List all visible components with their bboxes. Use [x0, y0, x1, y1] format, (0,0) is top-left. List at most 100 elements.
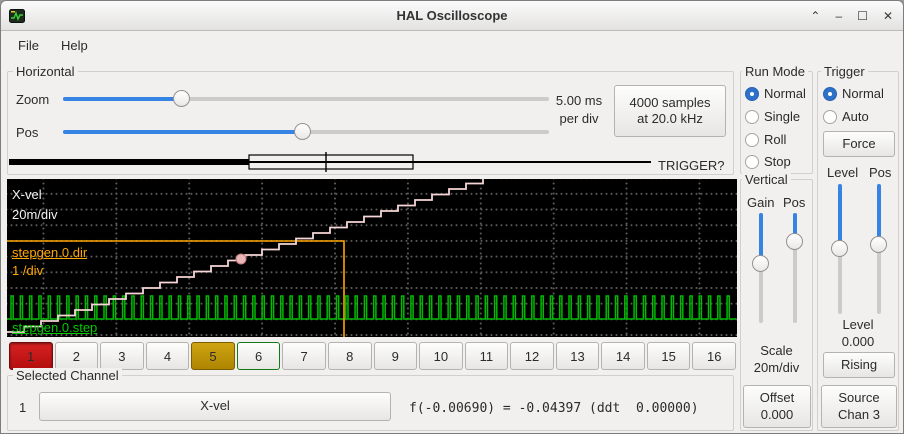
- run-mode-single-label: Single: [764, 109, 800, 124]
- ch1-name-label: X-vel: [12, 187, 42, 202]
- sample-rate-line2: at 20.0 kHz: [637, 111, 703, 127]
- ch6-name-label: stepgen.0.step: [12, 320, 97, 335]
- maximize-button[interactable]: ☐: [857, 10, 868, 22]
- channel-button-4[interactable]: 4: [146, 342, 190, 370]
- selected-channel-number: 1: [19, 400, 26, 415]
- scope-traces: [7, 179, 737, 337]
- vertical-offset-line1: Offset: [760, 390, 794, 406]
- channel-button-5[interactable]: 5: [191, 342, 235, 370]
- close-button[interactable]: ✕: [883, 10, 893, 22]
- trigger-level-fill: [838, 184, 842, 248]
- horizontal-frame-label: Horizontal: [13, 64, 78, 79]
- trigger-frame-label: Trigger: [821, 64, 868, 79]
- vertical-offset-button[interactable]: Offset 0.000: [743, 385, 811, 428]
- menubar: File Help: [1, 32, 903, 59]
- trigger-pos-slider-label: Pos: [869, 165, 891, 180]
- channel-button-13[interactable]: 13: [556, 342, 600, 370]
- record-filled-bar: [9, 159, 249, 165]
- pos-slider[interactable]: [63, 123, 549, 141]
- selected-channel-name-button[interactable]: X-vel: [39, 392, 391, 421]
- vertical-gain-thumb[interactable]: [752, 255, 769, 272]
- trigger-mode-auto[interactable]: Auto: [823, 109, 869, 124]
- radio-icon[interactable]: [823, 87, 837, 101]
- scope-display[interactable]: X-vel 20m/div stepgen.0.dir 1 /div stepg…: [7, 179, 737, 337]
- record-position-indicator[interactable]: [9, 152, 651, 172]
- trigger-auto-label: Auto: [842, 109, 869, 124]
- radio-icon[interactable]: [745, 133, 759, 147]
- channel-button-9[interactable]: 9: [374, 342, 418, 370]
- channel-button-8[interactable]: 8: [328, 342, 372, 370]
- ch5-name-label: stepgen.0.dir: [12, 245, 87, 260]
- titlebar[interactable]: HAL Oscilloscope ⌃ – ☐ ✕: [1, 1, 903, 31]
- trigger-source-button[interactable]: Source Chan 3: [821, 385, 897, 428]
- menu-help[interactable]: Help: [52, 35, 97, 56]
- radio-icon[interactable]: [823, 110, 837, 124]
- minimize-button[interactable]: –: [835, 10, 842, 22]
- channel-button-14[interactable]: 14: [601, 342, 645, 370]
- hal-oscilloscope-window: HAL Oscilloscope ⌃ – ☐ ✕ File Help Horiz…: [0, 0, 904, 434]
- menu-file[interactable]: File: [9, 35, 48, 56]
- run-mode-stop[interactable]: Stop: [745, 154, 791, 169]
- vertical-scale-caption: Scale: [740, 343, 813, 358]
- force-trigger-button[interactable]: Force: [823, 131, 895, 157]
- ch5-scale-label: 1 /div: [12, 263, 43, 278]
- trigger-level-slider[interactable]: [831, 184, 849, 314]
- vertical-pos-slider[interactable]: [786, 213, 804, 323]
- trigger-edge-button[interactable]: Rising: [823, 352, 895, 378]
- vertical-pos-label: Pos: [783, 195, 805, 210]
- run-mode-single[interactable]: Single: [745, 109, 800, 124]
- zoom-slider-thumb[interactable]: [173, 90, 190, 107]
- channel-button-10[interactable]: 10: [419, 342, 463, 370]
- vertical-offset-line2: 0.000: [761, 407, 794, 423]
- trigger-level-value: 0.000: [818, 334, 898, 349]
- trigger-level-slider-label: Level: [827, 165, 858, 180]
- trigger-status-label: TRIGGER?: [658, 158, 724, 173]
- pos-slider-fill: [63, 130, 302, 134]
- channel-button-2[interactable]: 2: [55, 342, 99, 370]
- trigger-level-thumb[interactable]: [831, 240, 848, 257]
- run-mode-stop-label: Stop: [764, 154, 791, 169]
- channel-button-11[interactable]: 11: [465, 342, 509, 370]
- trigger-pos-fill: [877, 184, 881, 244]
- radio-icon[interactable]: [745, 155, 759, 169]
- shade-button[interactable]: ⌃: [810, 10, 820, 22]
- channel-button-12[interactable]: 12: [510, 342, 554, 370]
- sample-rate-line1: 4000 samples: [630, 95, 711, 111]
- pos-label: Pos: [16, 125, 38, 140]
- channel-readout: f(-0.00690) = -0.04397 (ddt 0.00000): [409, 401, 699, 416]
- run-mode-frame-label: Run Mode: [742, 64, 808, 79]
- trigger-mode-normal[interactable]: Normal: [823, 86, 884, 101]
- zoom-slider-fill: [63, 97, 181, 101]
- channel-button-1[interactable]: 1: [9, 342, 53, 370]
- radio-icon[interactable]: [745, 87, 759, 101]
- channel-button-3[interactable]: 3: [100, 342, 144, 370]
- pos-slider-thumb[interactable]: [294, 123, 311, 140]
- zoom-slider[interactable]: [63, 90, 549, 108]
- vertical-gain-label: Gain: [747, 195, 774, 210]
- trigger-edge-label: Rising: [841, 357, 877, 373]
- vertical-gain-slider[interactable]: [752, 213, 770, 323]
- vertical-scale-value: 20m/div: [740, 360, 813, 375]
- sample-rate-button[interactable]: 4000 samples at 20.0 kHz: [614, 85, 726, 137]
- trigger-normal-label: Normal: [842, 86, 884, 101]
- selected-sample-marker[interactable]: [236, 254, 246, 264]
- channel-button-7[interactable]: 7: [282, 342, 326, 370]
- channel-button-16[interactable]: 16: [692, 342, 736, 370]
- channel-button-6[interactable]: 6: [237, 342, 281, 370]
- selected-channel-name: X-vel: [200, 398, 230, 414]
- ch1-scale-label: 20m/div: [12, 207, 58, 222]
- window-title: HAL Oscilloscope: [1, 8, 903, 23]
- trigger-source-line2: Chan 3: [838, 407, 880, 423]
- run-mode-roll-label: Roll: [764, 132, 786, 147]
- radio-icon[interactable]: [745, 110, 759, 124]
- vertical-pos-thumb[interactable]: [786, 233, 803, 250]
- run-mode-roll[interactable]: Roll: [745, 132, 786, 147]
- channel-button-15[interactable]: 15: [647, 342, 691, 370]
- trigger-pos-thumb[interactable]: [870, 236, 887, 253]
- time-per-div-value: 5.00 ms: [549, 93, 609, 108]
- force-button-label: Force: [842, 136, 875, 152]
- vertical-frame-label: Vertical: [742, 172, 791, 187]
- run-mode-normal[interactable]: Normal: [745, 86, 806, 101]
- trigger-pos-vslider[interactable]: [870, 184, 888, 314]
- selected-channel-frame-label: Selected Channel: [13, 368, 122, 383]
